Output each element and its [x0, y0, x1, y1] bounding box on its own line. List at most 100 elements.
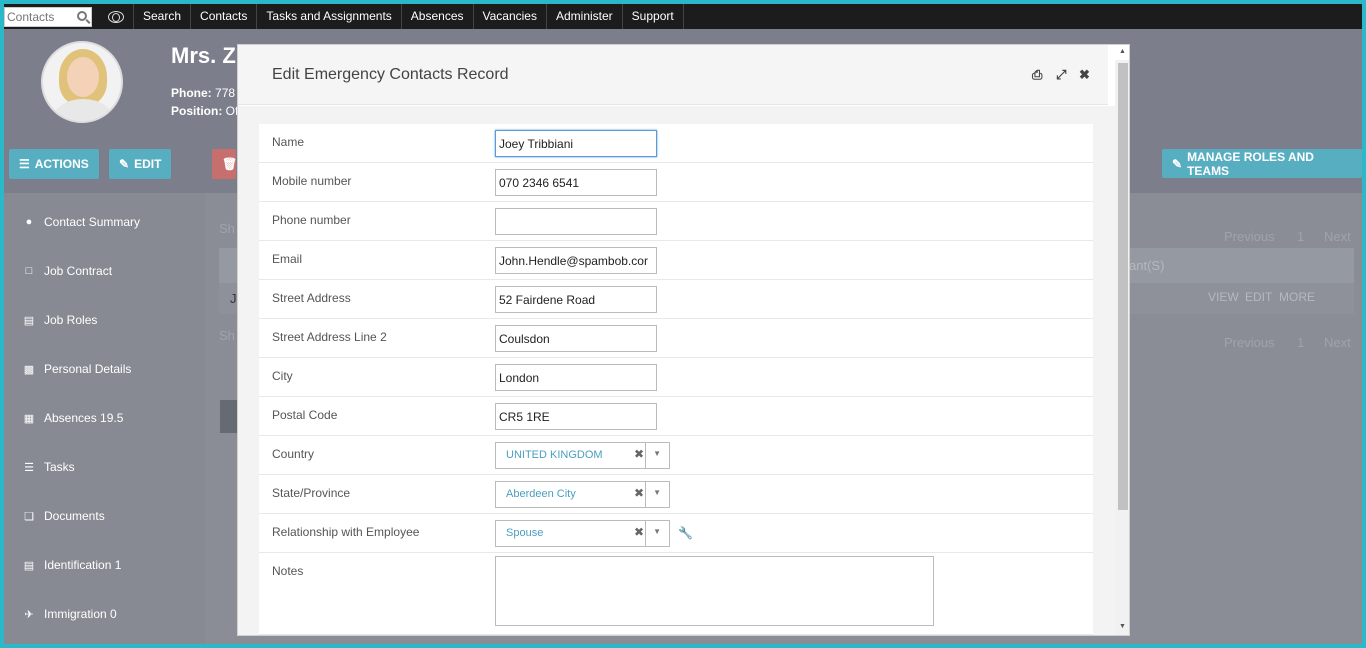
chevron-down-icon[interactable]: ▼ — [653, 488, 661, 497]
app-frame: Search Contacts Tasks and Assignments Ab… — [4, 4, 1362, 644]
nav-vacancies[interactable]: Vacancies — [474, 4, 547, 29]
nav-administer[interactable]: Administer — [547, 4, 623, 29]
modal-body: Name Mobile number Phone number Email St… — [238, 106, 1115, 635]
city-field[interactable] — [495, 364, 657, 391]
pager-previous-bottom[interactable]: Previous — [1224, 335, 1275, 350]
position-label: Position: — [171, 104, 223, 118]
pager-page-bottom[interactable]: 1 — [1297, 335, 1304, 350]
modal-scrollbar[interactable]: ▲ ▼ — [1115, 48, 1129, 635]
row-edit-link[interactable]: EDIT — [1245, 290, 1272, 304]
row-more-link[interactable]: MORE — [1279, 290, 1315, 304]
person-icon: ● — [25, 216, 33, 228]
documents-icon: ❏ — [24, 510, 34, 523]
sidebar-item-identification[interactable]: ▤ Identification 1 — [22, 555, 122, 575]
sidebar: ● Contact Summary □ Job Contract ▤ Job R… — [4, 193, 205, 644]
pager-next-top[interactable]: Next — [1324, 229, 1351, 244]
street-label: Street Address — [272, 291, 351, 305]
sidebar-item-label: Job Contract — [44, 264, 113, 278]
form-row-mobile: Mobile number — [259, 163, 1093, 202]
form-row-city: City — [259, 358, 1093, 397]
street-field[interactable] — [495, 286, 657, 313]
form-row-street: Street Address — [259, 280, 1093, 319]
relationship-label: Relationship with Employee — [272, 525, 420, 539]
pager-previous-top[interactable]: Previous — [1224, 229, 1275, 244]
wrench-icon[interactable]: 🔧 — [678, 526, 693, 540]
country-label: Country — [272, 447, 315, 461]
sidebar-item-job-contract[interactable]: □ Job Contract — [22, 261, 112, 281]
nav-tasks-and-assignments[interactable]: Tasks and Assignments — [257, 4, 402, 29]
name-field[interactable] — [495, 130, 657, 157]
modal-title: Edit Emergency Contacts Record — [272, 66, 509, 83]
clear-icon[interactable]: ✖ — [634, 525, 644, 539]
street2-field[interactable] — [495, 325, 657, 352]
emergency-contact-form: Name Mobile number Phone number Email St… — [259, 124, 1093, 635]
search-icon[interactable] — [77, 10, 87, 21]
profile-position: Position: Of — [171, 104, 238, 118]
nav-contacts[interactable]: Contacts — [191, 4, 258, 29]
actions-button[interactable]: ☰ ACTIONS — [9, 149, 99, 179]
sidebar-item-documents[interactable]: ❏ Documents — [22, 506, 105, 526]
mobile-field[interactable] — [495, 169, 657, 196]
id-card-icon: ▤ — [23, 314, 35, 327]
sidebar-item-absences[interactable]: ▦ Absences 19.5 — [22, 408, 124, 428]
form-row-name: Name — [259, 124, 1093, 163]
form-row-state: State/Province Aberdeen City ✖ ▼ — [259, 475, 1093, 514]
phone-field[interactable] — [495, 208, 657, 235]
row-first-cell: J — [230, 291, 237, 306]
sidebar-item-label: Personal Details — [44, 362, 132, 376]
sidebar-item-job-roles[interactable]: ▤ Job Roles — [22, 310, 98, 330]
sidebar-item-tasks[interactable]: ☰ Tasks — [22, 457, 75, 477]
pager-page-top[interactable]: 1 — [1297, 229, 1304, 244]
notes-label: Notes — [272, 564, 304, 578]
email-field[interactable] — [495, 247, 657, 274]
nav-support[interactable]: Support — [623, 4, 684, 29]
postal-label: Postal Code — [272, 408, 338, 422]
scroll-down-icon[interactable]: ▼ — [1119, 623, 1126, 630]
email-label: Email — [272, 252, 303, 266]
scrollbar-thumb[interactable] — [1118, 63, 1128, 510]
notes-field[interactable] — [495, 556, 934, 626]
chevron-down-icon[interactable]: ▼ — [653, 449, 661, 458]
pager-next-bottom[interactable]: Next — [1324, 335, 1351, 350]
logo-icon[interactable] — [98, 4, 134, 29]
global-search[interactable] — [4, 6, 92, 27]
row-view-link[interactable]: VIEW — [1208, 290, 1239, 304]
show-entries-top: Sh — [219, 221, 235, 236]
edit-button[interactable]: ✎ EDIT — [109, 149, 172, 179]
plane-icon: ✈ — [24, 608, 34, 621]
avatar — [41, 41, 123, 123]
nav-absences[interactable]: Absences — [402, 4, 474, 29]
city-label: City — [272, 369, 293, 383]
state-value: Aberdeen City — [506, 488, 576, 500]
manage-roles-button[interactable]: ✎ MANAGE ROLES AND TEAMS — [1162, 149, 1362, 178]
column-header[interactable]: ant(S) — [1129, 258, 1164, 273]
nav-search[interactable]: Search — [134, 4, 192, 29]
scroll-up-icon[interactable]: ▲ — [1119, 48, 1126, 55]
relationship-value: Spouse — [506, 527, 544, 539]
chevron-down-icon[interactable]: ▼ — [653, 527, 661, 536]
sidebar-item-label: Contact Summary — [44, 215, 141, 229]
expand-icon[interactable]: ⤢ — [1056, 67, 1066, 83]
form-row-phone: Phone number — [259, 202, 1093, 241]
print-icon[interactable]: ⎙ — [1032, 67, 1042, 83]
delete-button[interactable]: 🗑 — [212, 149, 238, 179]
relationship-select[interactable]: Spouse ✖ ▼ — [495, 520, 670, 547]
form-row-relationship: Relationship with Employee Spouse ✖ ▼ 🔧 — [259, 514, 1093, 553]
sidebar-item-personal-details[interactable]: ▩ Personal Details — [22, 359, 132, 379]
clear-icon[interactable]: ✖ — [634, 447, 644, 461]
sidebar-item-contact-summary[interactable]: ● Contact Summary — [22, 212, 140, 232]
background-button[interactable] — [220, 400, 238, 433]
show-entries-bottom: Sh — [219, 328, 235, 343]
edit-emergency-contact-modal: Edit Emergency Contacts Record ⎙ ⤢ ✖ Nam… — [237, 44, 1130, 636]
phone-value: 778 — [215, 86, 236, 100]
form-row-postal: Postal Code — [259, 397, 1093, 436]
search-input[interactable] — [5, 7, 77, 26]
state-select[interactable]: Aberdeen City ✖ ▼ — [495, 481, 670, 508]
postal-code-field[interactable] — [495, 403, 657, 430]
sidebar-item-immigration[interactable]: ✈ Immigration 0 — [22, 604, 116, 624]
trash-icon: 🗑 — [222, 157, 238, 171]
country-select[interactable]: UNITED KINGDOM ✖ ▼ — [495, 442, 670, 469]
clear-icon[interactable]: ✖ — [634, 486, 644, 500]
profile-phone: Phone: 778 — [171, 86, 235, 100]
close-icon[interactable]: ✖ — [1079, 67, 1090, 83]
